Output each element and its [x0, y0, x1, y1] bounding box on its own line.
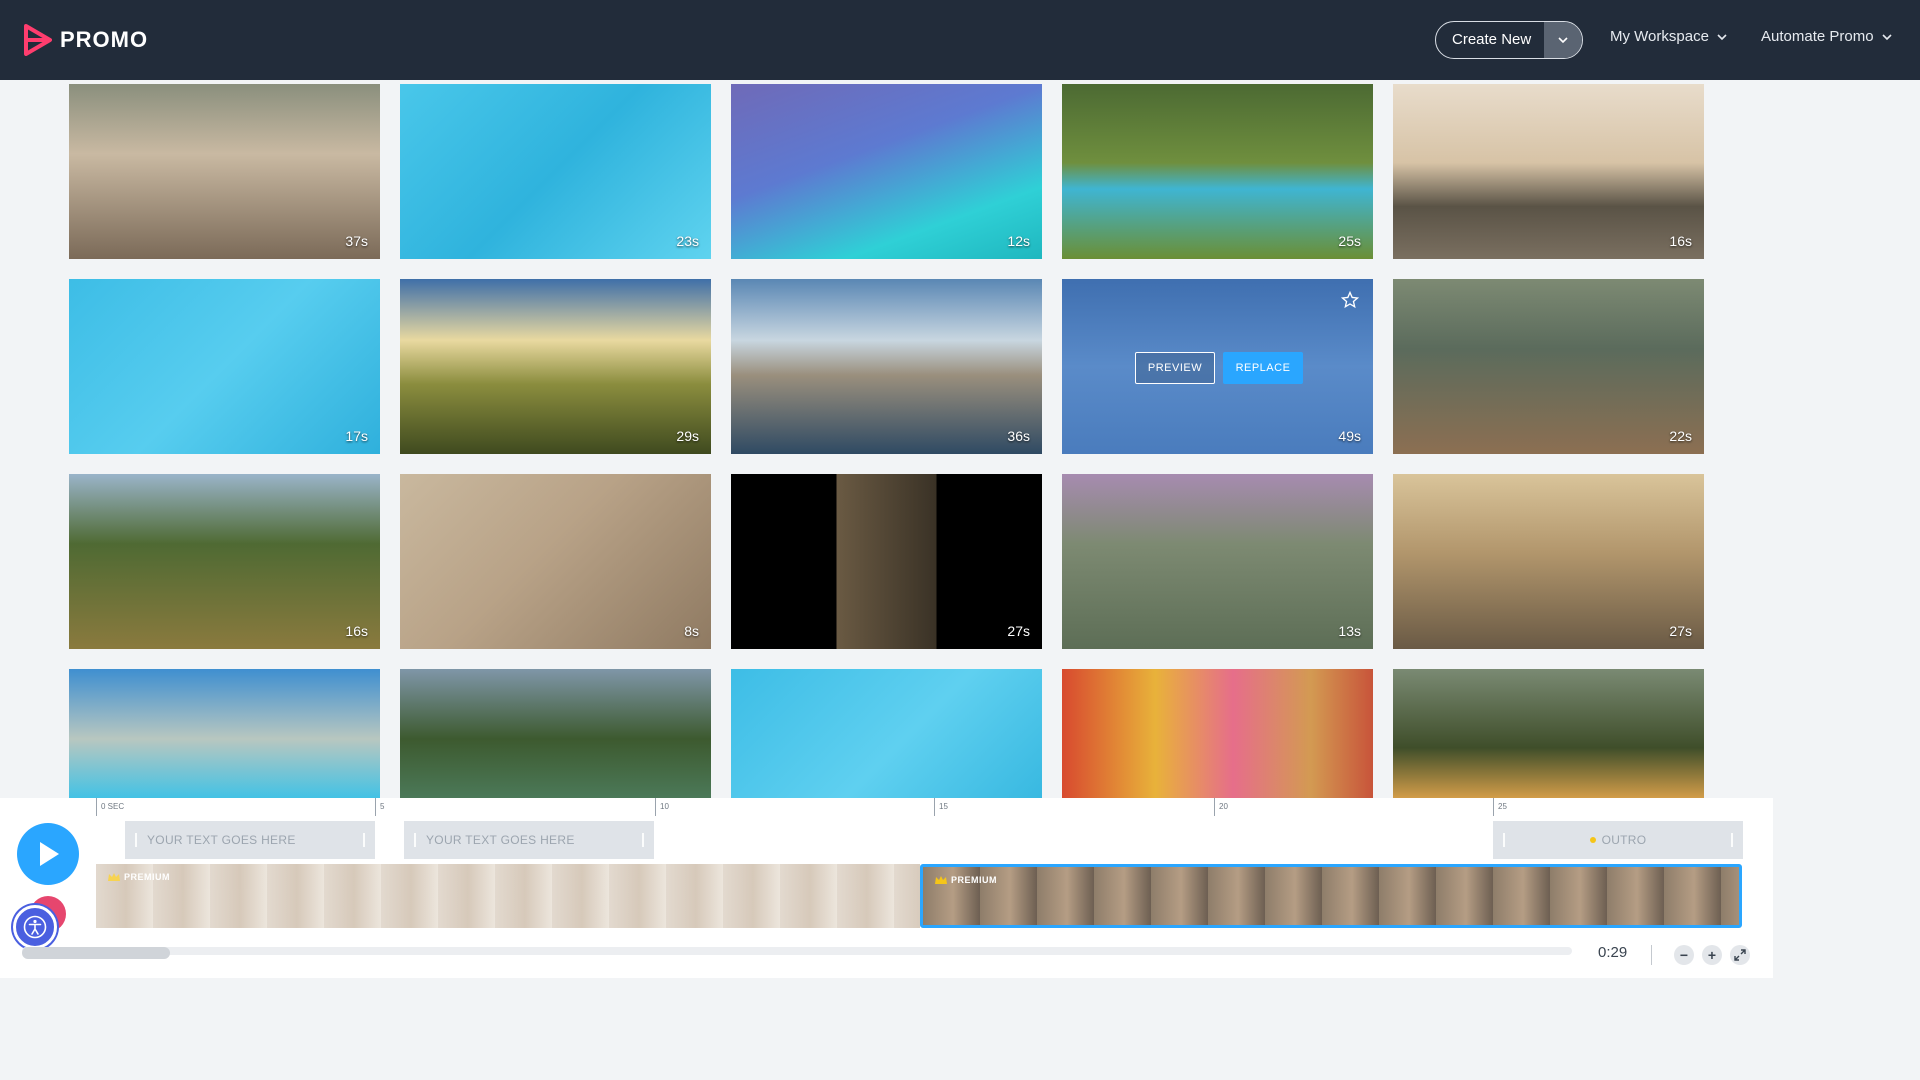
favorite-star-icon[interactable]	[1341, 291, 1359, 309]
accessibility-icon	[23, 915, 47, 939]
expand-icon	[1734, 949, 1746, 961]
my-workspace-label: My Workspace	[1610, 28, 1709, 45]
media-tile[interactable]: 27s	[731, 474, 1042, 649]
media-tile[interactable]: 17s	[69, 279, 380, 454]
tile-duration: 29s	[676, 428, 699, 444]
text-overlay-track-1[interactable]: YOUR TEXT GOES HERE	[125, 821, 375, 859]
tile-duration: 22s	[1669, 428, 1692, 444]
replace-button[interactable]: REPLACE	[1223, 352, 1303, 384]
tile-duration: 36s	[1007, 428, 1030, 444]
create-new-dropdown-button[interactable]	[1544, 22, 1582, 58]
outro-label: OUTRO	[1601, 833, 1647, 847]
media-tile[interactable]	[1062, 669, 1373, 798]
media-tile[interactable]: 13s	[1062, 474, 1373, 649]
premium-label: PREMIUM	[951, 875, 997, 885]
ruler-tick: 5	[375, 798, 384, 816]
media-tile[interactable]	[731, 669, 1042, 798]
top-navigation-bar: PROMO Create New My Workspace Automate P…	[0, 0, 1920, 80]
total-duration: 0:29	[1598, 944, 1628, 961]
play-icon	[40, 842, 59, 866]
text-overlay-label: YOUR TEXT GOES HERE	[147, 833, 296, 847]
tile-duration: 23s	[676, 233, 699, 249]
chevron-down-icon	[1881, 33, 1892, 40]
create-new-button[interactable]: Create New	[1435, 21, 1583, 59]
my-workspace-menu[interactable]: My Workspace	[1610, 28, 1727, 45]
outro-dot-icon	[1589, 837, 1596, 843]
tile-duration: 16s	[1669, 233, 1692, 249]
tile-duration: 27s	[1669, 623, 1692, 639]
drag-handle[interactable]	[135, 833, 137, 847]
media-tile[interactable]	[69, 669, 380, 798]
ruler-tick: 0 SEC	[96, 798, 124, 816]
ruler-tick: 20	[1214, 798, 1228, 816]
media-tile[interactable]: 23s	[400, 84, 711, 259]
timeline-scrollbar-thumb[interactable]	[22, 947, 170, 959]
video-clip-1[interactable]: PREMIUM	[96, 864, 920, 928]
time-ruler: 0 SEC 5 10 15 20 25	[96, 798, 1756, 816]
tile-duration: 37s	[345, 233, 368, 249]
chevron-down-icon	[1717, 33, 1727, 40]
media-tile[interactable]	[400, 669, 711, 798]
accessibility-button[interactable]	[13, 905, 57, 949]
outro-track[interactable]: OUTRO	[1493, 821, 1743, 859]
text-overlay-track-2[interactable]: YOUR TEXT GOES HERE	[404, 821, 654, 859]
media-tile[interactable]: 25s	[1062, 84, 1373, 259]
media-tile[interactable]: 36s	[731, 279, 1042, 454]
tile-duration: 16s	[345, 623, 368, 639]
zoom-out-button[interactable]: −	[1674, 945, 1694, 965]
drag-handle[interactable]	[1731, 833, 1733, 847]
drag-handle[interactable]	[414, 833, 416, 847]
create-new-label[interactable]: Create New	[1436, 22, 1544, 58]
zoom-in-button[interactable]: +	[1702, 945, 1722, 965]
text-overlay-label: YOUR TEXT GOES HERE	[426, 833, 575, 847]
crown-icon	[935, 875, 947, 884]
promo-logo-icon	[24, 24, 52, 56]
preview-button[interactable]: PREVIEW	[1135, 352, 1215, 384]
timeline-scrollbar[interactable]	[22, 947, 1572, 955]
premium-badge: PREMIUM	[108, 872, 170, 882]
ruler-tick: 15	[934, 798, 948, 816]
media-tile[interactable]: 16s	[1393, 84, 1704, 259]
tile-duration: 25s	[1338, 233, 1361, 249]
play-button[interactable]	[17, 823, 79, 885]
tile-duration: 8s	[684, 623, 699, 639]
media-tile[interactable]	[1393, 669, 1704, 798]
chevron-down-icon	[1558, 37, 1568, 44]
drag-handle[interactable]	[1503, 833, 1505, 847]
divider	[1651, 945, 1652, 965]
tile-duration: 17s	[345, 428, 368, 444]
media-tile[interactable]: 12s	[731, 84, 1042, 259]
media-tile-hovered[interactable]: PREVIEW REPLACE 49s	[1062, 279, 1373, 454]
media-tile[interactable]: 27s	[1393, 474, 1704, 649]
ruler-tick: 25	[1493, 798, 1507, 816]
media-grid: 37s 23s 12s 25s 16s 17s 29s 36s PREVIEW …	[69, 84, 1709, 798]
drag-handle[interactable]	[642, 833, 644, 847]
fit-to-screen-button[interactable]	[1730, 945, 1750, 965]
premium-badge: PREMIUM	[935, 875, 997, 885]
tile-duration: 13s	[1338, 623, 1361, 639]
tile-duration: 27s	[1007, 623, 1030, 639]
brand-name: PROMO	[60, 27, 149, 52]
media-tile[interactable]: 16s	[69, 474, 380, 649]
tile-duration: 49s	[1338, 428, 1361, 444]
automate-promo-menu[interactable]: Automate Promo	[1761, 28, 1892, 45]
ruler-tick: 10	[655, 798, 669, 816]
media-tile[interactable]: 22s	[1393, 279, 1704, 454]
tile-duration: 12s	[1007, 233, 1030, 249]
drag-handle[interactable]	[363, 833, 365, 847]
automate-promo-label: Automate Promo	[1761, 28, 1874, 45]
media-tile[interactable]: 37s	[69, 84, 380, 259]
brand-logo[interactable]: PROMO	[24, 24, 148, 56]
media-tile[interactable]: 8s	[400, 474, 711, 649]
crown-icon	[108, 872, 120, 881]
premium-label: PREMIUM	[124, 872, 170, 882]
video-clip-2-selected[interactable]: PREMIUM	[920, 864, 1742, 928]
media-tile[interactable]: 29s	[400, 279, 711, 454]
